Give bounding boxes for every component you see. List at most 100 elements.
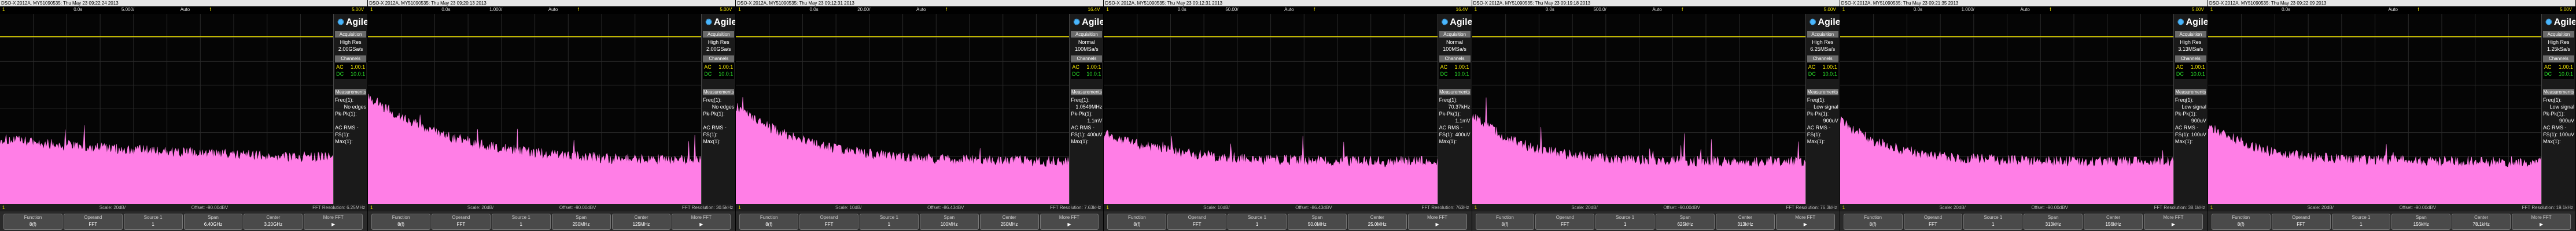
softkey-button[interactable]: More FFT ▶ xyxy=(304,214,363,230)
softkey-button[interactable]: Span 250MHz xyxy=(551,214,611,230)
softkey-button[interactable]: Span 313kHz xyxy=(2024,214,2083,230)
fft-resolution: FFT Resolution: 19.1kHz xyxy=(2522,205,2573,210)
softkey-button[interactable]: Function 8(f) xyxy=(1843,214,1903,230)
softkey-title: Operand xyxy=(1188,215,1206,220)
agilent-logo: ✺Agilent xyxy=(2177,17,2208,28)
measurement-label: Max(1): xyxy=(2175,139,2193,144)
measurement-value: 100uV xyxy=(2559,132,2574,137)
softkey-button[interactable]: Span 50.0MHz xyxy=(1287,214,1347,230)
softkey-button[interactable]: Function 8(f) xyxy=(3,214,62,230)
measurement-value: 400uV xyxy=(1087,132,1103,137)
softkey-button[interactable]: Source 1 1 xyxy=(859,214,919,230)
softkey-button[interactable]: Source 1 1 xyxy=(2331,214,2391,230)
brand-name: Agilent xyxy=(2553,17,2575,27)
side-panel: ✺Agilent AcquisitionHigh Res2.00GSa/s Chan… xyxy=(333,14,368,204)
measurements-header: Measurements xyxy=(1071,89,1103,95)
acq-mode: High Res xyxy=(2180,39,2202,45)
scale-readout: 0.0s xyxy=(441,7,451,12)
acquisition-info: High Res 3.13MSa/s xyxy=(2175,39,2206,53)
softkey-button[interactable]: Operand FFT xyxy=(431,214,491,230)
channel-settings[interactable]: AC DC 1.00:1 10.0:1 xyxy=(1807,62,1838,79)
softkey-button[interactable]: Span 100MHz xyxy=(919,214,979,230)
spectrum-graph xyxy=(2208,14,2542,204)
softkey-button[interactable]: More FFT ▶ xyxy=(2512,214,2571,230)
channel-settings[interactable]: AC DC 1.00:1 10.0:1 xyxy=(2542,62,2574,79)
softkey-value: 625kHz xyxy=(1677,222,1693,227)
softkey-button[interactable]: Source 1 1 xyxy=(123,214,183,230)
ch1-probe: 1.00:1 xyxy=(2190,64,2205,70)
softkey-button[interactable]: Function 8(f) xyxy=(2211,214,2271,230)
fft-plot[interactable] xyxy=(1472,14,1806,204)
softkey-button[interactable]: Center 250MHz xyxy=(979,214,1039,230)
ch1-probe: 1.00:1 xyxy=(1454,64,1469,70)
fft-scale: Scale: 10dB/ xyxy=(835,205,862,210)
softkey-button[interactable]: Operand FFT xyxy=(799,214,858,230)
softkey-button[interactable]: Center 25.0MHz xyxy=(1347,214,1407,230)
softkey-button[interactable]: Span 6.40GHz xyxy=(183,214,243,230)
acquisition-header: Acquisition xyxy=(2542,31,2574,38)
softkey-button[interactable]: Center 3.20GHz xyxy=(244,214,303,230)
softkey-button[interactable]: More FFT ▶ xyxy=(2143,214,2203,230)
softkey-button[interactable]: Operand FFT xyxy=(1167,214,1227,230)
acq-mode: High Res xyxy=(707,39,729,45)
softkey-value: 50.0MHz xyxy=(1307,222,1326,227)
softkey-button[interactable]: Operand FFT xyxy=(1903,214,1963,230)
screenshot-header: DSO-X 2012A, MY51090535: Thu May 23 09:1… xyxy=(1472,0,1840,6)
softkey-title: Source 1 xyxy=(1984,215,2003,220)
softkey-title: Source 1 xyxy=(511,215,530,220)
measurement-label: Freq(1): xyxy=(2542,97,2562,103)
softkey-button[interactable]: Source 1 1 xyxy=(1963,214,2023,230)
measurement-row: Low signal xyxy=(2175,103,2206,110)
measurement-label: Freq(1): xyxy=(335,97,354,103)
fft-offset: Offset: -86.43dBV xyxy=(927,205,964,210)
trigger-mode: Auto xyxy=(1284,7,1294,12)
fft-plot[interactable] xyxy=(1104,14,1438,204)
softkey-title: Source 1 xyxy=(1616,215,1635,220)
scope-panel: DSO-X 2012A, MY51090535: Thu May 23 09:2… xyxy=(2208,0,2575,231)
measurement-row: AC RMS - FS(1): xyxy=(1807,124,1838,137)
softkey-button[interactable]: Function 8(f) xyxy=(739,214,799,230)
fft-plot[interactable] xyxy=(2208,14,2542,204)
softkey-button[interactable]: Center 156kHz xyxy=(2084,214,2143,230)
channel-settings[interactable]: AC DC 1.00:1 10.0:1 xyxy=(703,62,735,79)
softkey-button[interactable]: Operand FFT xyxy=(1535,214,1595,230)
fft-plot[interactable] xyxy=(736,14,1070,204)
softkey-button[interactable]: Operand FFT xyxy=(2271,214,2331,230)
fft-offset: Offset: -90.00dBV xyxy=(2399,205,2437,210)
timebase-readout: 500.0/ xyxy=(1593,7,1606,12)
softkey-button[interactable]: More FFT ▶ xyxy=(1407,214,1467,230)
softkey-button[interactable]: Function 8(f) xyxy=(1475,214,1535,230)
softkey-button[interactable]: Span 156kHz xyxy=(2391,214,2451,230)
softkey-button[interactable]: Source 1 1 xyxy=(491,214,551,230)
softkey-button[interactable]: More FFT ▶ xyxy=(1040,214,1099,230)
softkey-button[interactable]: Center 125MHz xyxy=(611,214,671,230)
channel-settings[interactable]: AC DC 1.00:1 10.0:1 xyxy=(1071,62,1103,79)
softkey-button[interactable]: Source 1 1 xyxy=(1595,214,1655,230)
softkey-button[interactable]: More FFT ▶ xyxy=(1775,214,1835,230)
measurement-row: 900uV xyxy=(2175,117,2206,124)
softkey-button[interactable]: Function 8(f) xyxy=(371,214,430,230)
fft-plot[interactable] xyxy=(368,14,702,204)
measurement-row xyxy=(703,117,734,124)
softkey-title: More FFT xyxy=(2531,215,2552,220)
softkey-title: Span xyxy=(576,215,587,220)
channel-settings[interactable]: AC DC 1.00:1 10.0:1 xyxy=(2175,62,2206,79)
fft-plot[interactable] xyxy=(0,14,334,204)
softkey-title: More FFT xyxy=(691,215,712,220)
softkey-button[interactable]: Center 313kHz xyxy=(1715,214,1775,230)
softkey-title: Source 1 xyxy=(2352,215,2371,220)
fft-plot[interactable] xyxy=(1840,14,2174,204)
channel-settings[interactable]: AC DC 1.00:1 10.0:1 xyxy=(335,62,367,79)
agilent-logo: ✺Agilent xyxy=(1073,17,1103,28)
softkey-button[interactable]: Center 78.1kHz xyxy=(2452,214,2511,230)
softkey-button[interactable]: Operand FFT xyxy=(63,214,123,230)
softkey-button[interactable]: Function 8(f) xyxy=(1107,214,1167,230)
fft-scale: Scale: 20dB/ xyxy=(99,205,126,210)
measurement-value: 1.1mV xyxy=(1455,118,1471,124)
softkey-button[interactable]: Span 625kHz xyxy=(1656,214,1715,230)
ch1-probe: 1.00:1 xyxy=(351,64,366,70)
softkey-button[interactable]: Source 1 1 xyxy=(1228,214,1287,230)
ch2-coupling: DC xyxy=(2544,71,2552,77)
softkey-button[interactable]: More FFT ▶ xyxy=(672,214,731,230)
channel-settings[interactable]: AC DC 1.00:1 10.0:1 xyxy=(1439,62,1471,79)
